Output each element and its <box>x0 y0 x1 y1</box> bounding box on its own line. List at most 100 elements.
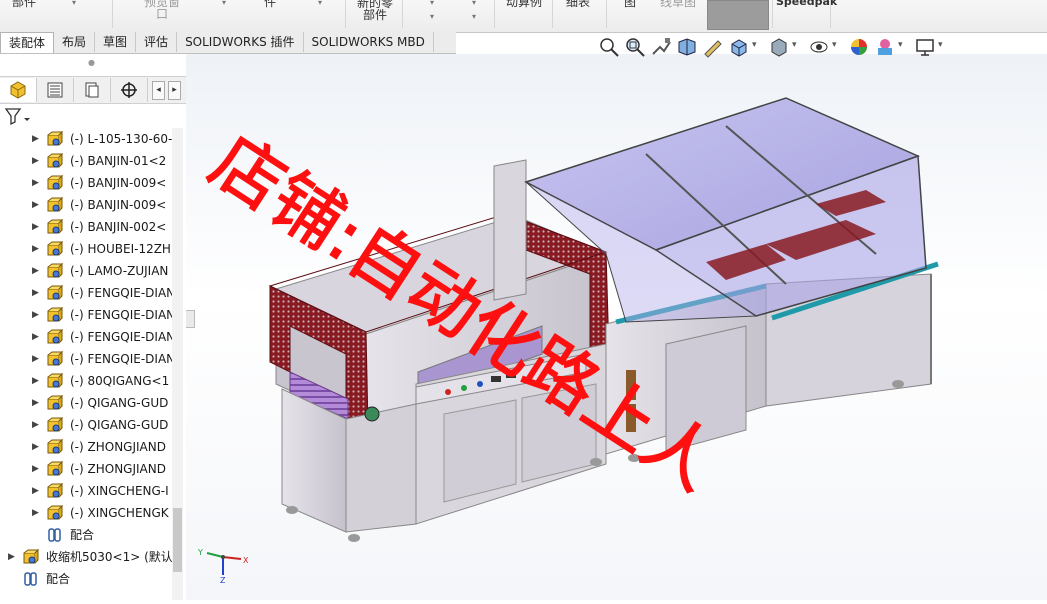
tree-scrollbar[interactable] <box>172 128 183 600</box>
ribbon-label-part[interactable]: 件 <box>264 0 276 8</box>
tree-item[interactable]: ▶ (-) ZHONGJIAND <box>0 436 172 458</box>
ribbon-label-parts[interactable]: 部件 <box>12 0 36 8</box>
filter-button[interactable] <box>4 106 34 126</box>
chevron-down-icon[interactable]: ▾ <box>832 40 842 62</box>
tree-item[interactable]: ▶ (-) FENGQIE-DIAN <box>0 326 172 348</box>
panel-collapse-handle[interactable] <box>186 310 195 328</box>
expand-caret-icon[interactable]: ▶ <box>32 194 39 216</box>
expand-caret-icon[interactable]: ▶ <box>32 260 39 282</box>
tree-item[interactable]: ▶ (-) L-105-130-60-< <box>0 128 172 150</box>
triad-y-label: Y <box>197 548 203 557</box>
tab-assembly[interactable]: 装配体 <box>0 32 55 53</box>
tree-item[interactable]: ▶ (-) XINGCHENG-I <box>0 480 172 502</box>
tree-scrollbar-thumb[interactable] <box>173 508 182 572</box>
ribbon-label-sketch[interactable]: 线草图 <box>660 0 696 8</box>
ribbon-label-view[interactable]: 图 <box>624 0 636 8</box>
part-icon <box>47 461 64 476</box>
view-settings-monitor-icon[interactable] <box>914 36 936 58</box>
tree-item[interactable]: ▶ (-) BANJIN-009< <box>0 172 172 194</box>
expand-caret-icon[interactable]: ▶ <box>32 502 39 524</box>
view-orientation-icon[interactable] <box>728 36 750 58</box>
chevron-down-icon[interactable]: ▾ <box>792 40 802 62</box>
expand-caret-icon[interactable]: ▶ <box>32 128 39 150</box>
expand-caret-icon[interactable]: ▶ <box>32 480 39 502</box>
panel-splitter-handle[interactable]: ● <box>88 58 95 67</box>
tab-layout[interactable]: 布局 <box>54 32 96 52</box>
part-icon <box>47 483 64 498</box>
expand-caret-icon[interactable]: ▶ <box>32 150 39 172</box>
zoom-to-fit-icon[interactable] <box>598 36 620 58</box>
edit-appearance-icon[interactable] <box>848 36 870 58</box>
machine-3d-model[interactable] <box>186 54 1047 600</box>
tabs-scroll-right-button[interactable]: ▸ <box>168 81 181 100</box>
tree-item[interactable]: ▶ (-) 80QIGANG<1 <box>0 370 172 392</box>
tree-item[interactable]: ▶ (-) FENGQIE-DIAN <box>0 282 172 304</box>
hide-show-items-icon[interactable] <box>808 36 830 58</box>
chevron-down-icon[interactable]: ▾ <box>430 0 434 7</box>
expand-caret-icon[interactable]: ▶ <box>32 304 39 326</box>
tab-solidworks-mbd[interactable]: SOLIDWORKS MBD <box>304 32 434 52</box>
ribbon-separator <box>494 0 495 28</box>
previous-view-icon[interactable] <box>650 36 672 58</box>
tab-feature-manager[interactable] <box>0 78 37 102</box>
chevron-down-icon[interactable]: ▾ <box>938 40 948 62</box>
expand-caret-icon[interactable]: ▶ <box>32 348 39 370</box>
chevron-down-icon[interactable]: ▾ <box>222 0 226 7</box>
tab-sketch[interactable]: 草图 <box>95 32 137 52</box>
tree-item[interactable]: ▶ (-) QIGANG-GUD <box>0 414 172 436</box>
tree-item[interactable]: ▶ (-) XINGCHENGK <box>0 502 172 524</box>
tree-item-mates[interactable]: 配合 <box>0 524 172 546</box>
chevron-down-icon[interactable]: ▾ <box>72 0 76 7</box>
expand-caret-icon[interactable]: ▶ <box>32 436 39 458</box>
tab-configuration-manager[interactable] <box>74 78 111 102</box>
zoom-to-area-icon[interactable] <box>624 36 646 58</box>
apply-scene-icon[interactable] <box>874 36 896 58</box>
expand-caret-icon[interactable]: ▶ <box>32 414 39 436</box>
expand-caret-icon[interactable]: ▶ <box>32 172 39 194</box>
expand-caret-icon[interactable]: ▶ <box>32 392 39 414</box>
ribbon-gray-tile[interactable] <box>707 0 769 30</box>
tree-item-label: (-) QIGANG-GUD <box>70 396 169 410</box>
panel-tabs: ◂ ▸ <box>0 76 186 104</box>
tabs-scroll-left-button[interactable]: ◂ <box>152 81 165 100</box>
tree-item[interactable]: ▶ (-) HOUBEI-12ZH <box>0 238 172 260</box>
chevron-down-icon[interactable]: ▾ <box>318 0 322 7</box>
expand-caret-icon[interactable]: ▶ <box>32 216 39 238</box>
chevron-down-icon[interactable]: ▾ <box>472 12 476 21</box>
chevron-down-icon[interactable]: ▾ <box>472 0 476 7</box>
dynamic-annotation-icon[interactable] <box>702 36 724 58</box>
tree-item[interactable]: ▶ (-) ZHONGJIAND <box>0 458 172 480</box>
graphics-viewport[interactable]: 店铺:自动化路上人 <box>186 54 1047 600</box>
ribbon-label-new-part[interactable]: 新的零部件 <box>354 0 396 21</box>
display-style-icon[interactable] <box>768 36 790 58</box>
expand-caret-icon[interactable]: ▶ <box>32 458 39 480</box>
tab-solidworks-addins[interactable]: SOLIDWORKS 插件 <box>177 32 304 52</box>
tree-item[interactable]: ▶ (-) BANJIN-01<2 <box>0 150 172 172</box>
tree-item[interactable]: ▶ (-) BANJIN-009< <box>0 194 172 216</box>
chevron-down-icon[interactable]: ▾ <box>752 40 762 62</box>
tree-item-mates[interactable]: 配合 <box>0 568 172 590</box>
ribbon-label-motion-study[interactable]: 动算例 <box>506 0 542 8</box>
expand-caret-icon[interactable]: ▶ <box>8 546 15 568</box>
chevron-down-icon[interactable]: ▾ <box>430 12 434 21</box>
tree-item[interactable]: ▶ 收缩机5030<1> (默认 <box>0 546 172 568</box>
tree-item[interactable]: ▶ (-) QIGANG-GUD <box>0 392 172 414</box>
tab-property-manager[interactable] <box>37 78 74 102</box>
chevron-down-icon[interactable]: ▾ <box>898 40 908 62</box>
ribbon-label-preview-window[interactable]: 预览窗口 <box>140 0 184 20</box>
expand-caret-icon[interactable]: ▶ <box>32 370 39 392</box>
tree-item[interactable]: ▶ (-) FENGQIE-DIAN <box>0 348 172 370</box>
section-view-icon[interactable] <box>676 36 698 58</box>
ribbon-separator <box>772 0 773 28</box>
tree-item[interactable]: ▶ (-) FENGQIE-DIAN <box>0 304 172 326</box>
tab-dimxpert-manager[interactable] <box>111 78 148 102</box>
tree-item[interactable]: ▶ (-) LAMO-ZUJIAN <box>0 260 172 282</box>
ribbon-label-speedpak[interactable]: Speedpak <box>776 0 837 8</box>
expand-caret-icon[interactable]: ▶ <box>32 326 39 348</box>
tree-item[interactable]: ▶ (-) BANJIN-002< <box>0 216 172 238</box>
ribbon-label-bom[interactable]: 细表 <box>566 0 590 8</box>
tab-evaluate[interactable]: 评估 <box>136 32 178 52</box>
expand-caret-icon[interactable]: ▶ <box>32 282 39 304</box>
expand-caret-icon[interactable]: ▶ <box>32 238 39 260</box>
tree-item-label: (-) HOUBEI-12ZH <box>70 242 171 256</box>
